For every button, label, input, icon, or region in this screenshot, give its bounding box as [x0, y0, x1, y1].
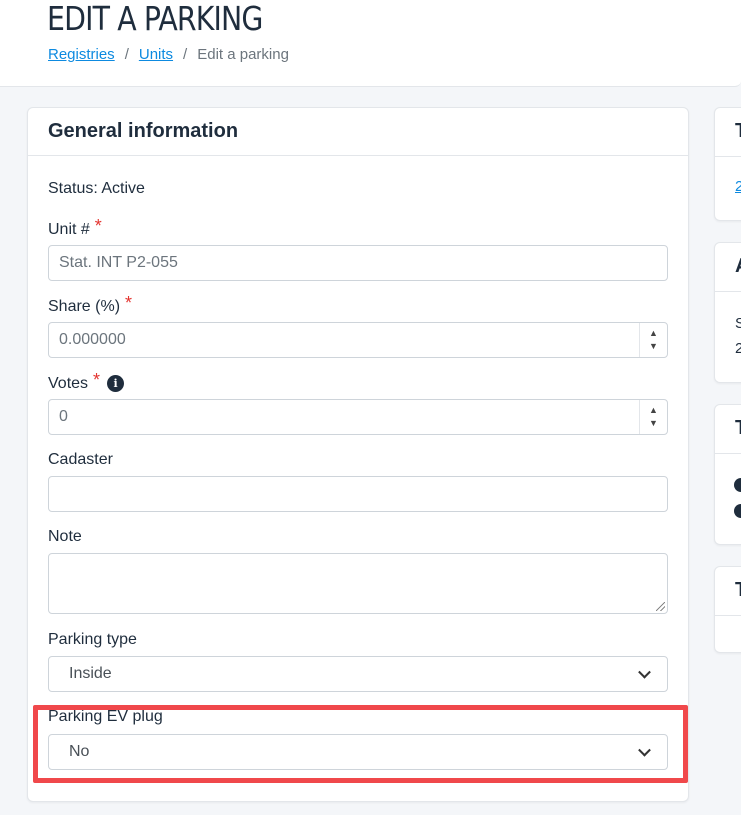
cadaster-label: Cadaster — [48, 451, 113, 468]
share-label: Share (%) * — [48, 293, 133, 317]
cadaster-input[interactable] — [48, 476, 668, 512]
votes-stepper[interactable]: ▲ ▼ — [639, 400, 667, 434]
ev-plug-select[interactable]: No — [48, 734, 668, 770]
arrow-up-icon[interactable]: ▲ — [649, 327, 658, 340]
arrow-down-icon[interactable]: ▼ — [649, 417, 658, 430]
side-card-link[interactable]: 2 — [735, 178, 741, 195]
side-card-title: T — [735, 579, 741, 602]
arrow-up-icon[interactable]: ▲ — [649, 404, 658, 417]
ev-plug-label: Parking EV plug — [48, 708, 163, 725]
divider — [715, 453, 741, 454]
resize-handle-icon[interactable] — [656, 602, 665, 611]
unit-label-text: Unit # — [48, 220, 90, 238]
side-card-title: T — [735, 417, 741, 440]
breadcrumb-separator: / — [124, 46, 129, 63]
parking-type-value: Inside — [69, 665, 112, 682]
votes-input[interactable]: 0 ▲ ▼ — [48, 399, 668, 435]
side-card-3: T — [714, 404, 741, 545]
radio-icon[interactable] — [734, 504, 741, 518]
general-information-card: General information Status: Active Unit … — [27, 107, 689, 802]
note-label: Note — [48, 528, 82, 545]
side-card-text: S — [735, 315, 741, 332]
status-text: Status: Active — [48, 180, 145, 197]
card-title: General information — [48, 120, 239, 142]
ev-plug-value: No — [69, 743, 90, 760]
side-card-4: T — [714, 566, 741, 653]
parking-type-label: Parking type — [48, 631, 137, 648]
side-card-text: 2 — [735, 340, 741, 357]
required-mark: * — [94, 216, 102, 236]
page-title: EDIT A PARKING — [47, 0, 263, 38]
divider — [715, 615, 741, 616]
page-header: EDIT A PARKING Registries / Units / Edit… — [0, 0, 741, 87]
side-card-2: A S 2 — [714, 242, 741, 383]
arrow-down-icon[interactable]: ▼ — [649, 340, 658, 353]
parking-type-select[interactable]: Inside — [48, 656, 668, 692]
required-mark: * — [125, 293, 133, 313]
breadcrumb-units[interactable]: Units — [139, 46, 173, 63]
breadcrumb-separator: / — [183, 46, 188, 63]
breadcrumb-current: Edit a parking — [197, 46, 289, 63]
side-card-title: A — [735, 255, 741, 278]
unit-label: Unit # * — [48, 216, 102, 240]
card-header: General information — [28, 108, 688, 156]
votes-value: 0 — [59, 408, 68, 425]
note-textarea[interactable] — [48, 553, 668, 614]
divider — [715, 156, 741, 157]
votes-label-text: Votes — [48, 374, 89, 392]
share-label-text: Share (%) — [48, 297, 121, 315]
info-icon[interactable]: i — [107, 375, 125, 392]
breadcrumb: Registries / Units / Edit a parking — [48, 46, 289, 63]
chevron-down-icon — [638, 743, 651, 757]
unit-number-input[interactable]: Stat. INT P2-055 — [48, 245, 668, 281]
chevron-down-icon — [638, 665, 651, 679]
side-card-1: T 2 — [714, 107, 741, 221]
votes-label: Votes * i — [48, 370, 125, 394]
divider — [715, 291, 741, 292]
radio-icon[interactable] — [734, 478, 741, 492]
share-input[interactable]: 0.000000 ▲ ▼ — [48, 322, 668, 358]
breadcrumb-registries[interactable]: Registries — [48, 46, 115, 63]
side-card-title: T — [735, 120, 741, 143]
share-stepper[interactable]: ▲ ▼ — [639, 323, 667, 357]
share-value: 0.000000 — [59, 331, 126, 348]
required-mark: * — [93, 370, 101, 390]
